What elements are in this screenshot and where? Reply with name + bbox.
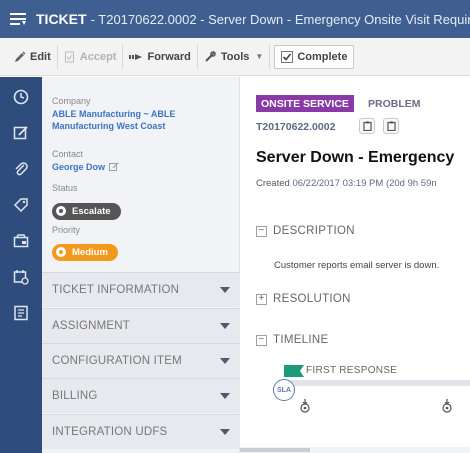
priority-dot-icon <box>56 247 66 257</box>
status-dot-icon <box>56 206 66 216</box>
timeline-bar <box>284 380 470 386</box>
chevron-down-icon: ▼ <box>255 52 264 61</box>
description-toggle[interactable]: − DESCRIPTION <box>256 225 355 237</box>
tools-icon <box>205 51 216 62</box>
tools-label: Tools <box>220 50 250 63</box>
timeline-toggle[interactable]: − TIMELINE <box>256 334 328 346</box>
complete-button[interactable]: Complete <box>274 44 355 69</box>
timeline-event-icon[interactable] <box>298 399 312 413</box>
ticket-title: Server Down - Emergency <box>256 149 455 166</box>
section-label: TICKET INFORMATION <box>52 284 180 296</box>
edit-contact-icon[interactable] <box>109 162 119 172</box>
window-title-bar: TICKET - T20170622.0002 - Server Down - … <box>0 0 470 38</box>
ticket-menu-icon[interactable] <box>10 10 26 28</box>
inventory-icon[interactable] <box>0 223 42 259</box>
accept-icon <box>64 51 74 62</box>
section-label: INTEGRATION UDFS <box>52 426 168 438</box>
forward-arrow-icon <box>129 53 143 60</box>
section-label: BILLING <box>52 390 98 402</box>
ticket-details-panel: Company ABLE Manufacturing ~ ABLE Manufa… <box>42 77 240 453</box>
collapse-icon: − <box>256 225 267 237</box>
chevron-down-icon <box>220 287 230 293</box>
section-ticket-information[interactable]: TICKET INFORMATION <box>42 272 240 307</box>
status-value: Escalate <box>72 205 111 217</box>
timeline-event-icon[interactable] <box>440 399 454 413</box>
description-text: Customer reports email server is down. <box>274 260 440 271</box>
chevron-down-icon <box>220 393 230 399</box>
window-title: - T20170622.0002 - Server Down - Emergen… <box>90 11 470 27</box>
ticket-number: T20170622.0002 <box>256 121 336 133</box>
ticket-category-tag: PROBLEM <box>368 97 421 110</box>
priority-value: Medium <box>72 246 108 258</box>
section-billing[interactable]: BILLING <box>42 378 240 413</box>
description-header: DESCRIPTION <box>273 225 355 237</box>
window-type-label: TICKET <box>36 11 87 27</box>
tools-button[interactable]: Tools ▼ <box>198 44 271 69</box>
first-response-label: FIRST RESPONSE <box>306 365 398 376</box>
forward-label: Forward <box>147 50 191 63</box>
forward-button[interactable]: Forward <box>123 44 198 69</box>
created-info: Created 06/22/2017 03:19 PM (20d 9h 59n <box>256 178 437 189</box>
company-label: Company <box>52 96 91 106</box>
edit-label: Edit <box>30 50 51 63</box>
copy-icon[interactable] <box>359 118 375 134</box>
ticket-main-area: ONSITE SERVICE PROBLEM T20170622.0002 Se… <box>240 77 470 453</box>
section-label: CONFIGURATION ITEM <box>52 355 182 367</box>
calendar-clock-icon[interactable] <box>0 259 42 295</box>
created-label: Created <box>256 178 290 189</box>
company-link[interactable]: ABLE Manufacturing ~ ABLE Manufacturing … <box>52 108 212 132</box>
status-label: Status <box>52 183 78 193</box>
clock-icon[interactable] <box>0 79 42 115</box>
toolbar: Edit Accept Forward Tools ▼ Complete <box>0 38 470 76</box>
resolution-toggle[interactable]: + RESOLUTION <box>256 293 351 305</box>
note-edit-icon[interactable] <box>0 115 42 151</box>
timeline-header: TIMELINE <box>273 334 329 346</box>
tag-icon[interactable] <box>0 187 42 223</box>
edit-button[interactable]: Edit <box>8 44 58 69</box>
scrollbar-thumb[interactable] <box>240 448 310 452</box>
section-assignment[interactable]: ASSIGNMENT <box>42 308 240 343</box>
sla-badge: SLA <box>273 379 295 401</box>
resolution-header: RESOLUTION <box>273 293 351 305</box>
section-configuration-item[interactable]: CONFIGURATION ITEM <box>42 343 240 378</box>
priority-label: Priority <box>52 225 81 235</box>
flag-icon <box>284 365 304 377</box>
accept-button[interactable]: Accept <box>58 44 124 69</box>
created-value: 06/22/2017 03:19 PM (20d 9h 59n <box>292 178 437 189</box>
expand-icon: + <box>256 293 267 305</box>
icon-rail <box>0 77 42 453</box>
chevron-down-icon <box>220 429 230 435</box>
chevron-down-icon <box>220 323 230 329</box>
ticket-type-tag: ONSITE SERVICE <box>256 95 354 112</box>
status-badge[interactable]: Escalate <box>52 202 121 220</box>
contact-link[interactable]: George Dow <box>52 161 105 173</box>
priority-badge[interactable]: Medium <box>52 243 118 261</box>
form-list-icon[interactable] <box>0 295 42 331</box>
accept-label: Accept <box>79 50 117 63</box>
section-label: ASSIGNMENT <box>52 320 131 332</box>
paperclip-icon[interactable] <box>0 151 42 187</box>
contact-label: Contact <box>52 149 84 159</box>
collapse-icon: − <box>256 334 267 346</box>
pencil-icon <box>15 51 26 62</box>
checkbox-check-icon <box>281 50 294 63</box>
copy-link-icon[interactable] <box>383 118 399 134</box>
complete-label: Complete <box>297 50 348 63</box>
chevron-down-icon <box>220 358 230 364</box>
horizontal-scrollbar[interactable] <box>240 447 470 453</box>
section-integration-udfs[interactable]: INTEGRATION UDFS <box>42 414 240 449</box>
